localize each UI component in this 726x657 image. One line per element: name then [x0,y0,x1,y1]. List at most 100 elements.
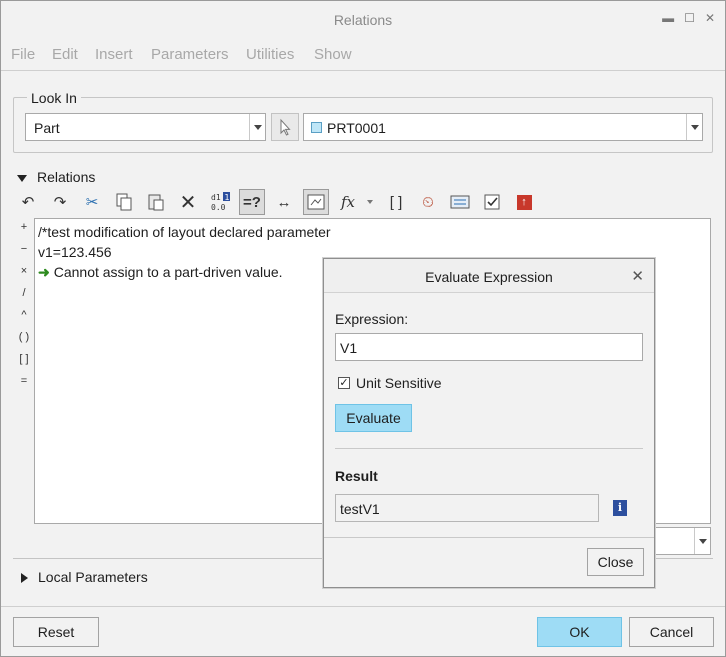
paste-button[interactable] [143,189,169,215]
look-in-type-select[interactable]: Part [25,113,266,141]
pointer-icon [280,118,291,136]
dialog-title-bar: Evaluate Expression ✕ [324,259,654,293]
close-icon[interactable]: ✕ [705,11,715,25]
copy-button[interactable] [111,189,137,215]
close-button[interactable]: Close [587,548,644,576]
delete-icon: ✕ [179,191,197,214]
relations-window: Relations ▬ ☐ ✕ File Edit Insert Paramet… [0,0,726,657]
evaluate-button[interactable]: Evaluate [335,404,412,432]
dimension-button[interactable]: ↔ [271,189,297,215]
op-parentheses[interactable]: ( ) [17,331,31,343]
parameter-select[interactable] [651,527,711,555]
expand-icon [21,573,28,584]
menu-utilities[interactable]: Utilities [246,46,294,63]
copy-icon [116,193,132,211]
minimize-icon[interactable]: ▬ [662,11,674,25]
relation-line: /*test modification of layout declared p… [38,224,331,240]
verify-button[interactable] [479,189,505,215]
ok-button[interactable]: OK [537,617,622,647]
uom-icon [450,195,470,209]
scissors-icon: ✂ [85,194,99,211]
result-label: Result [335,468,378,484]
menu-bar: File Edit Insert Parameters Utilities Sh… [1,39,725,71]
relation-message-text: Cannot assign to a part-driven value. [53,264,283,280]
look-in-model-value: PRT0001 [327,120,386,136]
uom-button[interactable] [447,189,473,215]
execution-order-button[interactable]: ⏲ [415,189,441,215]
op-equals[interactable]: = [17,375,31,387]
relations-section-toggle[interactable]: Relations [17,169,95,185]
select-pointer-button[interactable] [271,113,299,141]
expression-input[interactable]: V1 [335,333,643,361]
dialog-separator [335,448,643,449]
function-button[interactable]: fx [337,189,375,215]
relation-line: v1=123.456 [38,244,112,260]
svg-text:d1: d1 [211,193,221,202]
redo-icon: ↷ [53,194,67,211]
select-arrow [694,528,710,554]
title-bar: Relations ▬ ☐ ✕ [1,1,725,39]
collapse-icon [17,174,27,182]
relations-toolbar: ↶ ↷ ✂ ✕ d1 0.0 1 =? ↔ fx [ ] ⏲ ↑ [15,189,545,217]
menu-insert[interactable]: Insert [95,46,133,63]
undo-button[interactable]: ↶ [15,189,41,215]
chevron-down-icon [699,539,707,544]
paste-icon [148,194,164,211]
look-in-label: Look In [27,90,81,106]
info-icon[interactable]: i [613,500,627,516]
function-icon: fx [341,193,356,211]
dimension-icon: ↔ [276,193,292,211]
menu-file[interactable]: File [11,46,35,63]
sort-button[interactable]: d1 0.0 1 [207,189,233,215]
arrow-right-icon: ➜ [38,264,50,280]
cancel-button[interactable]: Cancel [629,617,714,647]
local-parameters-toggle[interactable]: Local Parameters [21,569,148,585]
delete-button[interactable]: ✕ [175,189,201,215]
menu-show[interactable]: Show [314,46,352,63]
part-icon [311,122,322,133]
maximize-icon[interactable]: ☐ [684,11,695,25]
verify-icon [484,194,500,210]
redo-button[interactable]: ↷ [47,189,73,215]
menu-parameters[interactable]: Parameters [151,46,229,63]
unit-sensitive-label: Unit Sensitive [356,375,442,391]
display-icon [307,194,325,210]
relation-message: ➜ Cannot assign to a part-driven value. [38,264,283,281]
op-power[interactable]: ^ [17,309,31,321]
export-icon: ↑ [516,194,532,210]
look-in-model-select[interactable]: PRT0001 [303,113,703,141]
op-minus[interactable]: − [17,243,31,255]
window-title: Relations [333,12,393,28]
op-multiply[interactable]: × [17,265,31,277]
brackets-icon: [ ] [389,193,403,211]
unit-sensitive-checkbox[interactable]: ✓ [338,377,350,389]
evaluate-expression-button[interactable]: =? [239,189,265,215]
look-in-type-value: Part [34,120,60,136]
cut-button[interactable]: ✂ [79,189,105,215]
export-button[interactable]: ↑ [511,189,537,215]
svg-text:1: 1 [225,193,230,202]
window-controls: ▬ ☐ ✕ [662,11,715,25]
menu-edit[interactable]: Edit [52,46,78,63]
op-brackets[interactable]: [ ] [17,353,31,365]
dialog-title: Evaluate Expression [425,269,553,285]
result-field: testV1 [335,494,599,522]
chevron-down-icon [686,114,702,140]
brackets-button[interactable]: [ ] [383,189,409,215]
chevron-down-icon [367,200,373,204]
footer-divider [1,606,725,607]
close-icon[interactable]: ✕ [631,267,644,285]
reset-button[interactable]: Reset [13,617,99,647]
dialog-footer-separator [324,537,654,538]
op-plus[interactable]: + [17,221,31,233]
display-button[interactable] [303,189,329,215]
relations-section-label: Relations [37,169,96,185]
sort-icon: d10.01 [211,192,230,212]
evaluate-icon: =? [243,193,261,211]
evaluate-expression-dialog: Evaluate Expression ✕ Expression: V1 ✓ U… [323,258,655,588]
svg-text:0.0: 0.0 [211,203,226,212]
local-parameters-label: Local Parameters [38,569,148,585]
op-divide[interactable]: / [17,287,31,299]
clock-icon: ⏲ [422,193,434,211]
expression-label: Expression: [335,311,409,327]
